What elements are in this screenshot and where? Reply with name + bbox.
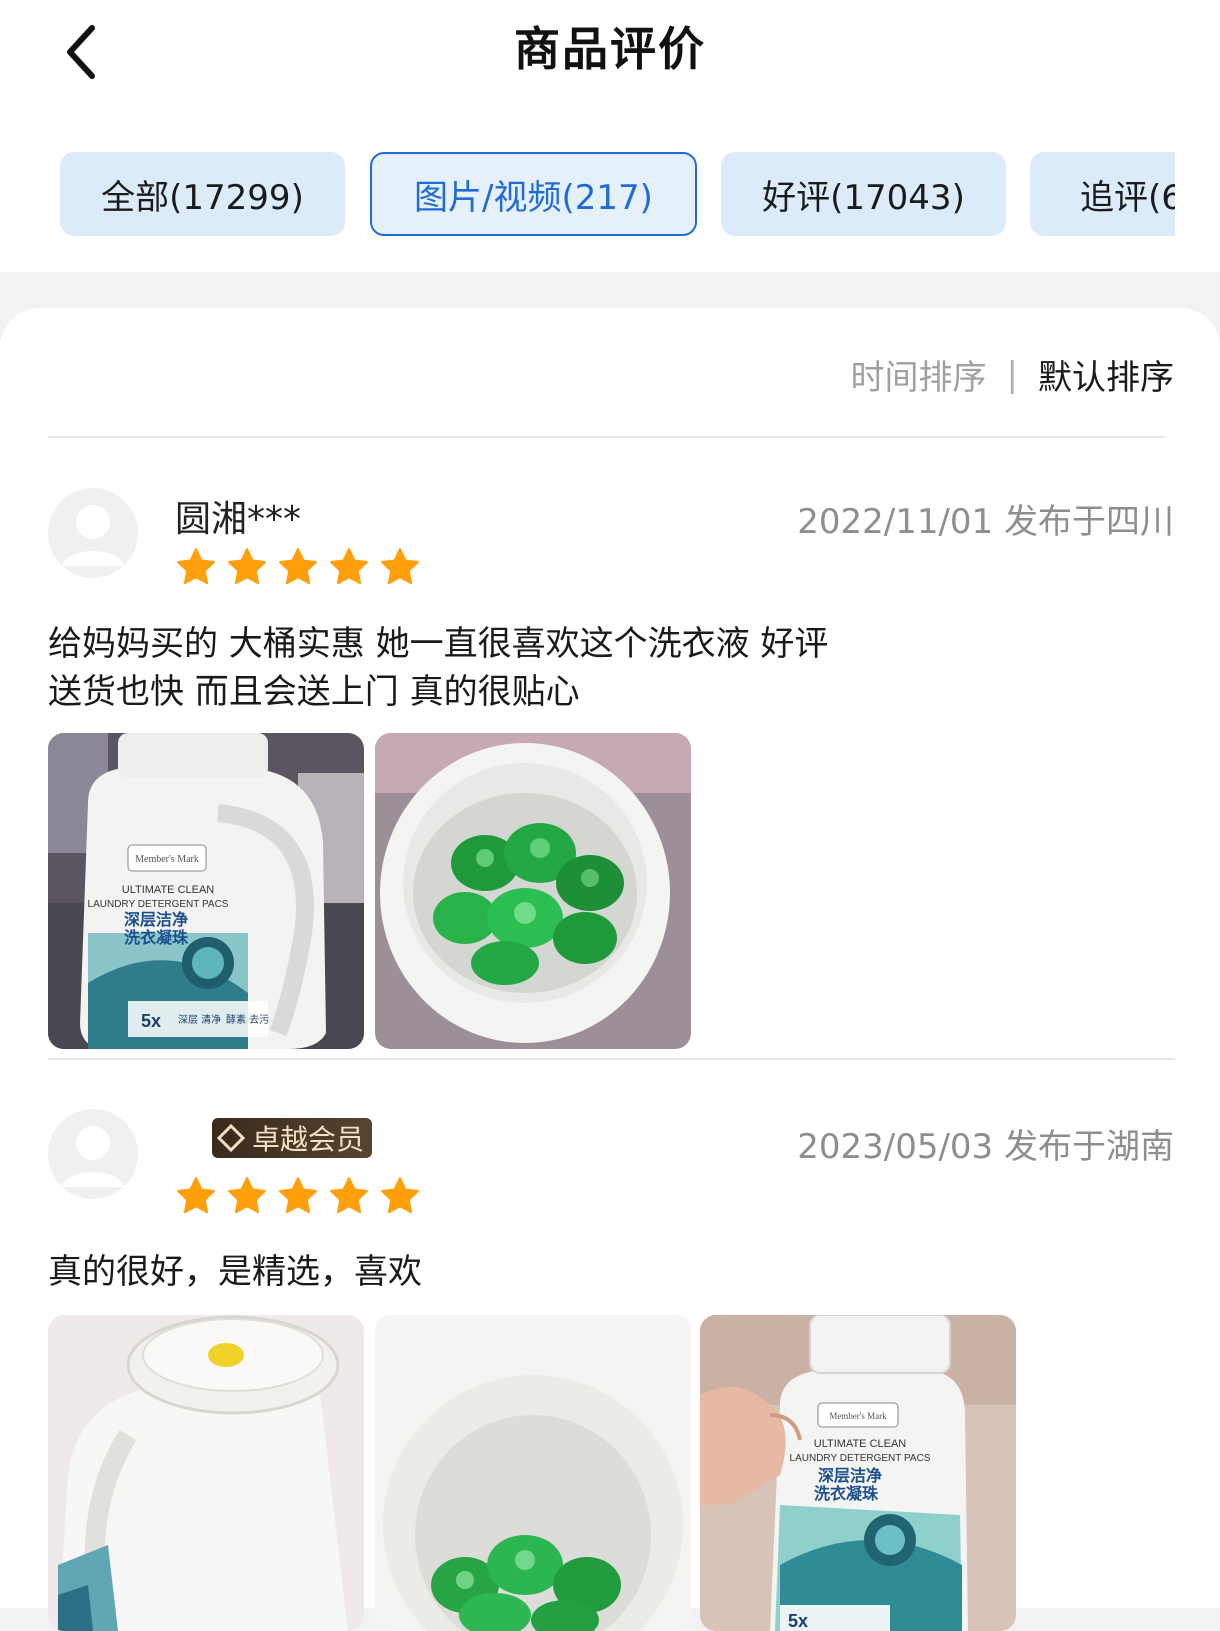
review-date-location: 2023/05/03 发布于湖南 (797, 1127, 1174, 1167)
photo-text: LAUNDRY DETERGENT PACS (88, 899, 229, 910)
review-text-line: 给妈妈买的 大桶实惠 她一直很喜欢这个洗衣液 好评 (48, 624, 829, 664)
reviewer-name[interactable]: 圆湘*** (175, 490, 301, 542)
review-text-line: 真的很好，是精选，喜欢 (48, 1252, 422, 1292)
tab-positive[interactable]: 好评(17043) (721, 152, 1006, 236)
sort-default[interactable]: 默认排序 (1038, 350, 1174, 399)
photo-text: 5x (141, 1011, 161, 1031)
star-icon (279, 1177, 317, 1214)
default-avatar-icon[interactable] (48, 488, 138, 578)
member-badge-label: 卓越会员 (252, 1123, 365, 1156)
photo-text: Member's Mark (135, 854, 199, 865)
review-text: 真的很好，是精选，喜欢 (48, 1248, 1148, 1296)
review-photo[interactable]: Member's Mark ULTIMATE CLEAN LAUNDRY DET… (700, 1315, 1016, 1631)
star-rating (175, 546, 421, 588)
review-text: 给妈妈买的 大桶实惠 她一直很喜欢这个洗衣液 好评 送货也快 而且会送上门 真的… (48, 620, 1148, 716)
review-photo[interactable] (375, 1315, 691, 1631)
default-avatar-icon[interactable] (48, 1109, 138, 1199)
star-icon (330, 548, 368, 585)
divider (48, 436, 1164, 438)
photo-text: Member's Mark (829, 1411, 887, 1421)
star-icon (228, 1177, 266, 1214)
photo-text: 酵素 去污 (226, 1013, 269, 1026)
star-icon (381, 548, 419, 585)
sort-separator: | (1006, 354, 1018, 395)
reviews-card: 时间排序 | 默认排序 圆湘*** 2022/11/01 发布于四川 给妈妈买的… (0, 308, 1220, 1631)
star-icon (177, 1177, 215, 1214)
member-badge: 卓越会员 (212, 1118, 373, 1158)
photo-text: 深层洁净 (124, 910, 188, 929)
star-icon (330, 1177, 368, 1214)
page-title: 商品评价 (514, 22, 706, 76)
photo-text: 5x (788, 1611, 808, 1631)
star-icon (279, 548, 317, 585)
sort-options: 时间排序 | 默认排序 (851, 350, 1174, 399)
photo-text: 深层 清净 (178, 1013, 221, 1026)
star-rating (175, 1175, 421, 1217)
photo-text: ULTIMATE CLEAN (814, 1438, 907, 1450)
filter-tabs: 全部(17299) 图片/视频(217) 好评(17043) 追评(6 (60, 152, 1175, 240)
photo-text: 洗衣凝珠 (124, 928, 189, 947)
tab-photo-video[interactable]: 图片/视频(217) (370, 152, 697, 236)
review-photo[interactable] (375, 733, 691, 1049)
photo-text: 深层洁净 (818, 1466, 882, 1485)
sort-by-time[interactable]: 时间排序 (851, 350, 987, 399)
star-icon (228, 548, 266, 585)
tab-follow-up[interactable]: 追评(6 (1030, 152, 1175, 236)
review-photo[interactable] (48, 1315, 364, 1631)
top-bar: 商品评价 全部(17299) 图片/视频(217) 好评(17043) 追评(6 (0, 0, 1220, 272)
review-photo[interactable]: Member's Mark ULTIMATE CLEAN LAUNDRY DET… (48, 733, 364, 1049)
diamond-icon (216, 1123, 246, 1153)
divider (48, 1058, 1175, 1060)
photo-text: ULTIMATE CLEAN (122, 884, 215, 896)
photo-text: 洗衣凝珠 (814, 1484, 879, 1503)
review-date-location: 2022/11/01 发布于四川 (797, 502, 1174, 542)
photo-text: LAUNDRY DETERGENT PACS (790, 1453, 931, 1464)
review-text-line: 送货也快 而且会送上门 真的很贴心 (48, 672, 580, 712)
star-icon (381, 1177, 419, 1214)
tab-all[interactable]: 全部(17299) (60, 152, 345, 236)
star-icon (177, 548, 215, 585)
